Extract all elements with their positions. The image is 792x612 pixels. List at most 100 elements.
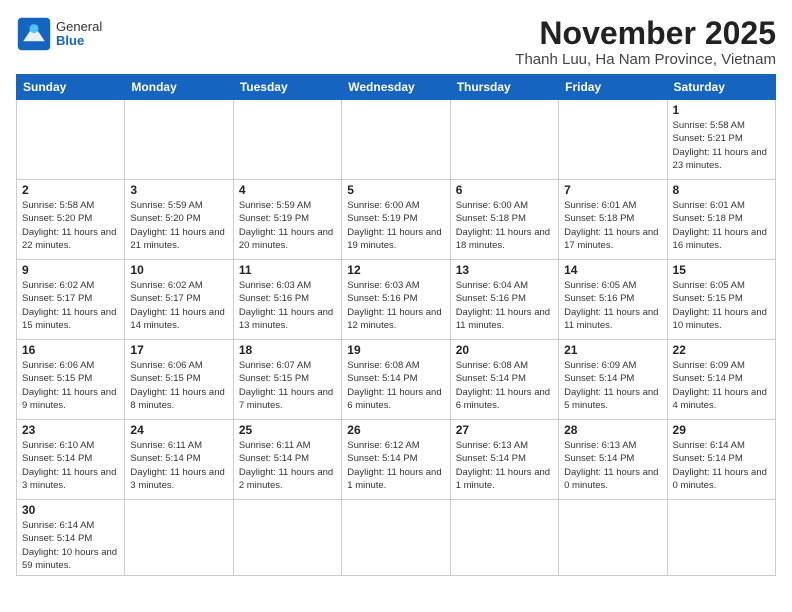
day-number: 16: [22, 343, 119, 357]
day-info: Sunrise: 6:02 AM Sunset: 5:17 PM Dayligh…: [130, 279, 227, 332]
day-number: 19: [347, 343, 444, 357]
calendar-cell: 24 Sunrise: 6:11 AM Sunset: 5:14 PM Dayli…: [125, 420, 233, 500]
calendar-cell: 12Sunrise: 6:03 AM Sunset: 5:16 PM Dayli…: [342, 260, 450, 340]
calendar-cell: 30Sunrise: 6:14 AM Sunset: 5:14 PM Dayli…: [17, 500, 125, 576]
calendar-cell: 10 Sunrise: 6:02 AM Sunset: 5:17 PM Dayli…: [125, 260, 233, 340]
day-number: 17: [130, 343, 227, 357]
calendar-cell: 26 Sunrise: 6:12 AM Sunset: 5:14 PM Dayli…: [342, 420, 450, 500]
calendar-cell: 6 Sunrise: 6:00 AM Sunset: 5:18 PM Daylig…: [450, 180, 558, 260]
calendar-row-3: 16 Sunrise: 6:06 AM Sunset: 5:15 PM Dayli…: [17, 340, 776, 420]
weekday-header-row: SundayMondayTuesdayWednesdayThursdayFrid…: [17, 75, 776, 100]
calendar-cell: [342, 500, 450, 576]
weekday-header-wednesday: Wednesday: [342, 75, 450, 100]
calendar-cell: [667, 500, 775, 576]
calendar-cell: 16 Sunrise: 6:06 AM Sunset: 5:15 PM Dayli…: [17, 340, 125, 420]
calendar-cell: [125, 500, 233, 576]
calendar-cell: 9Sunrise: 6:02 AM Sunset: 5:17 PM Daylig…: [17, 260, 125, 340]
day-number: 27: [456, 423, 553, 437]
day-number: 9: [22, 263, 119, 277]
calendar-cell: [17, 100, 125, 180]
calendar-cell: [125, 100, 233, 180]
calendar-cell: 3 Sunrise: 5:59 AM Sunset: 5:20 PM Daylig…: [125, 180, 233, 260]
day-info: Sunrise: 6:13 AM Sunset: 5:14 PM Dayligh…: [564, 439, 661, 492]
calendar: SundayMondayTuesdayWednesdayThursdayFrid…: [16, 74, 776, 576]
day-info: Sunrise: 6:14 AM Sunset: 5:14 PM Dayligh…: [22, 519, 119, 572]
calendar-cell: 21 Sunrise: 6:09 AM Sunset: 5:14 PM Dayli…: [559, 340, 667, 420]
day-info: Sunrise: 6:04 AM Sunset: 5:16 PM Dayligh…: [456, 279, 553, 332]
weekday-header-monday: Monday: [125, 75, 233, 100]
day-info: Sunrise: 5:58 AM Sunset: 5:21 PM Dayligh…: [673, 119, 770, 172]
weekday-header-tuesday: Tuesday: [233, 75, 341, 100]
weekday-header-thursday: Thursday: [450, 75, 558, 100]
location-subtitle: Thanh Luu, Ha Nam Province, Vietnam: [515, 51, 776, 68]
title-area: November 2025 Thanh Luu, Ha Nam Province…: [515, 16, 776, 68]
day-info: Sunrise: 6:00 AM Sunset: 5:19 PM Dayligh…: [347, 199, 444, 252]
calendar-row-1: 2 Sunrise: 5:58 AM Sunset: 5:20 PM Daylig…: [17, 180, 776, 260]
calendar-cell: 11Sunrise: 6:03 AM Sunset: 5:16 PM Dayli…: [233, 260, 341, 340]
calendar-cell: [450, 500, 558, 576]
day-number: 7: [564, 183, 661, 197]
calendar-cell: 5 Sunrise: 6:00 AM Sunset: 5:19 PM Daylig…: [342, 180, 450, 260]
day-info: Sunrise: 6:10 AM Sunset: 5:14 PM Dayligh…: [22, 439, 119, 492]
day-number: 8: [673, 183, 770, 197]
day-number: 18: [239, 343, 336, 357]
day-number: 21: [564, 343, 661, 357]
weekday-header-friday: Friday: [559, 75, 667, 100]
day-number: 28: [564, 423, 661, 437]
day-number: 10: [130, 263, 227, 277]
day-info: Sunrise: 6:05 AM Sunset: 5:16 PM Dayligh…: [564, 279, 661, 332]
calendar-cell: 14Sunrise: 6:05 AM Sunset: 5:16 PM Dayli…: [559, 260, 667, 340]
logo-icon: [16, 16, 52, 52]
day-number: 24: [130, 423, 227, 437]
month-title: November 2025: [515, 16, 776, 51]
day-number: 4: [239, 183, 336, 197]
day-number: 5: [347, 183, 444, 197]
day-info: Sunrise: 6:09 AM Sunset: 5:14 PM Dayligh…: [673, 359, 770, 412]
day-number: 15: [673, 263, 770, 277]
day-number: 3: [130, 183, 227, 197]
day-info: Sunrise: 6:05 AM Sunset: 5:15 PM Dayligh…: [673, 279, 770, 332]
calendar-cell: 15 Sunrise: 6:05 AM Sunset: 5:15 PM Dayli…: [667, 260, 775, 340]
calendar-cell: 29 Sunrise: 6:14 AM Sunset: 5:14 PM Dayli…: [667, 420, 775, 500]
day-number: 29: [673, 423, 770, 437]
day-info: Sunrise: 6:00 AM Sunset: 5:18 PM Dayligh…: [456, 199, 553, 252]
day-number: 6: [456, 183, 553, 197]
calendar-cell: 4Sunrise: 5:59 AM Sunset: 5:19 PM Daylig…: [233, 180, 341, 260]
day-number: 25: [239, 423, 336, 437]
calendar-cell: 28 Sunrise: 6:13 AM Sunset: 5:14 PM Dayli…: [559, 420, 667, 500]
calendar-row-2: 9 Sunrise: 6:02 AM Sunset: 5:17 PM Daylig…: [17, 260, 776, 340]
day-info: Sunrise: 6:07 AM Sunset: 5:15 PM Dayligh…: [239, 359, 336, 412]
day-info: Sunrise: 6:09 AM Sunset: 5:14 PM Dayligh…: [564, 359, 661, 412]
calendar-row-4: 23Sunrise: 6:10 AM Sunset: 5:14 PM Dayli…: [17, 420, 776, 500]
day-info: Sunrise: 6:06 AM Sunset: 5:15 PM Dayligh…: [130, 359, 227, 412]
calendar-cell: 19 Sunrise: 6:08 AM Sunset: 5:14 PM Dayli…: [342, 340, 450, 420]
day-info: Sunrise: 6:06 AM Sunset: 5:15 PM Dayligh…: [22, 359, 119, 412]
calendar-cell: [233, 500, 341, 576]
calendar-row-5: 30Sunrise: 6:14 AM Sunset: 5:14 PM Dayli…: [17, 500, 776, 576]
day-info: Sunrise: 5:58 AM Sunset: 5:20 PM Dayligh…: [22, 199, 119, 252]
day-number: 1: [673, 103, 770, 117]
day-info: Sunrise: 6:01 AM Sunset: 5:18 PM Dayligh…: [673, 199, 770, 252]
day-number: 2: [22, 183, 119, 197]
logo-text: General Blue: [56, 20, 102, 49]
calendar-cell: 25 Sunrise: 6:11 AM Sunset: 5:14 PM Dayli…: [233, 420, 341, 500]
day-number: 26: [347, 423, 444, 437]
calendar-cell: [342, 100, 450, 180]
day-info: Sunrise: 6:14 AM Sunset: 5:14 PM Dayligh…: [673, 439, 770, 492]
calendar-cell: [233, 100, 341, 180]
day-number: 13: [456, 263, 553, 277]
logo: General Blue: [16, 16, 102, 52]
day-info: Sunrise: 5:59 AM Sunset: 5:20 PM Dayligh…: [130, 199, 227, 252]
day-number: 20: [456, 343, 553, 357]
day-info: Sunrise: 6:11 AM Sunset: 5:14 PM Dayligh…: [130, 439, 227, 492]
day-info: Sunrise: 6:08 AM Sunset: 5:14 PM Dayligh…: [347, 359, 444, 412]
calendar-cell: [559, 500, 667, 576]
calendar-row-0: 1 Sunrise: 5:58 AM Sunset: 5:21 PM Daylig…: [17, 100, 776, 180]
calendar-cell: 27Sunrise: 6:13 AM Sunset: 5:14 PM Dayli…: [450, 420, 558, 500]
day-info: Sunrise: 6:11 AM Sunset: 5:14 PM Dayligh…: [239, 439, 336, 492]
calendar-cell: 13 Sunrise: 6:04 AM Sunset: 5:16 PM Dayli…: [450, 260, 558, 340]
day-info: Sunrise: 6:12 AM Sunset: 5:14 PM Dayligh…: [347, 439, 444, 492]
calendar-cell: 18 Sunrise: 6:07 AM Sunset: 5:15 PM Dayli…: [233, 340, 341, 420]
calendar-cell: [559, 100, 667, 180]
day-info: Sunrise: 6:08 AM Sunset: 5:14 PM Dayligh…: [456, 359, 553, 412]
